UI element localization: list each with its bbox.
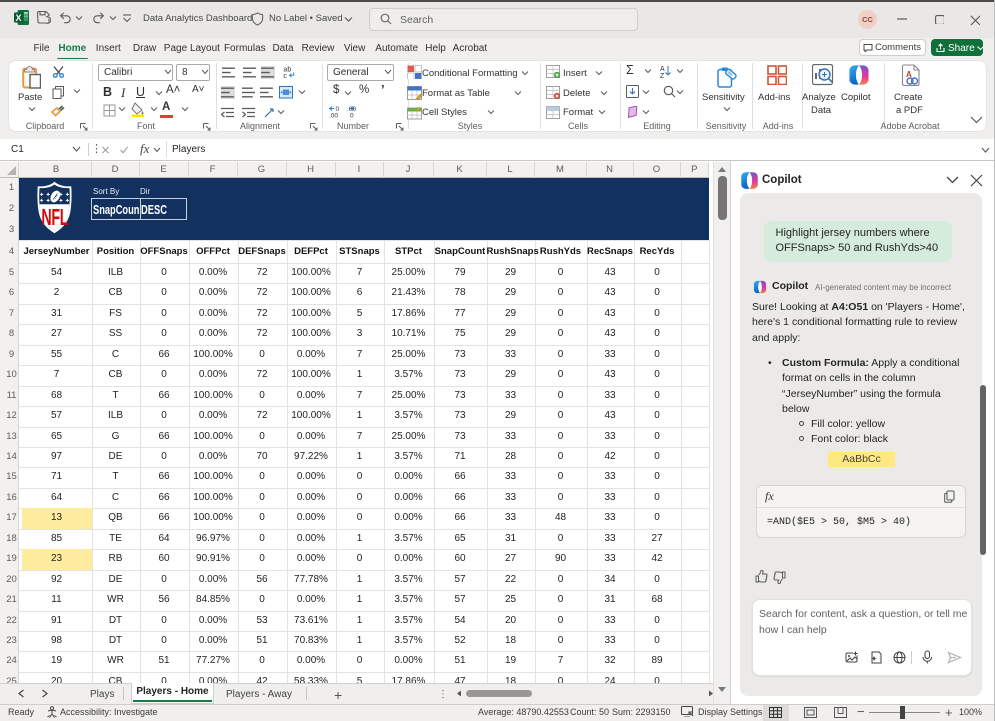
svg-text:.00: .00 [329,113,338,119]
svg-text:A: A [660,66,665,73]
svg-text:X: X [15,13,21,23]
svg-text:0: 0 [350,113,354,119]
svg-text:c: c [283,73,287,79]
svg-text:NFL: NFL [41,206,68,231]
svg-text:Z: Z [660,73,665,78]
